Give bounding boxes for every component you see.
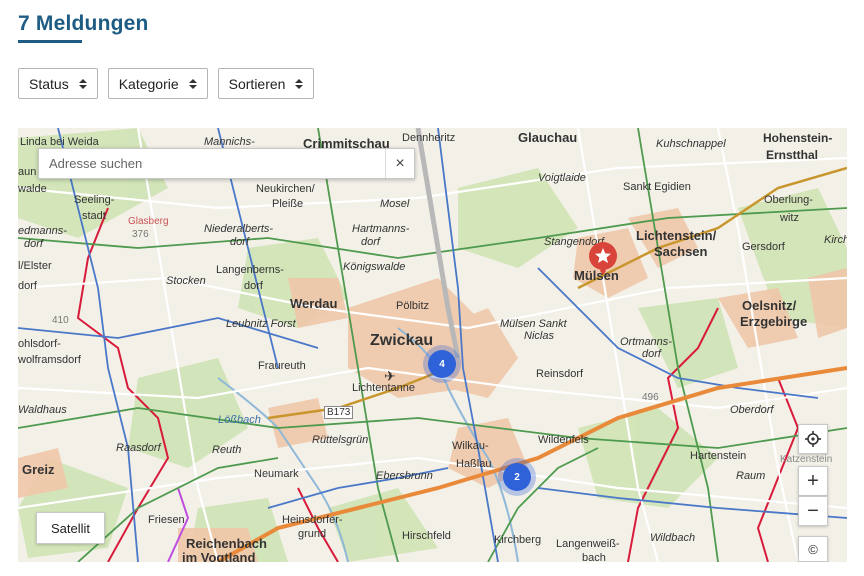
cluster-marker[interactable]: 4 — [428, 350, 456, 378]
minus-icon: − — [807, 499, 819, 522]
title-underline — [18, 40, 82, 43]
star-pin-icon[interactable] — [588, 241, 618, 275]
zoom-out-button[interactable]: − — [798, 496, 828, 526]
copyright-icon: © — [808, 541, 818, 557]
close-icon: × — [395, 154, 405, 172]
address-search-input[interactable] — [39, 149, 385, 178]
zoom-in-button[interactable]: + — [798, 466, 828, 496]
address-search-box: × — [38, 148, 415, 179]
sort-select-label: Sortieren — [228, 75, 286, 92]
clear-search-button[interactable]: × — [385, 149, 414, 178]
attribution-button[interactable]: © — [798, 536, 828, 562]
sort-arrows-icon — [295, 78, 304, 89]
cluster-marker[interactable]: 2 — [503, 463, 531, 491]
satellite-toggle-label: Satellit — [51, 520, 91, 536]
locate-me-button[interactable] — [798, 424, 828, 454]
plus-icon: + — [807, 469, 819, 492]
category-filter-label: Kategorie — [118, 75, 179, 92]
category-filter-select[interactable]: Kategorie — [107, 68, 208, 99]
page-title: 7 Meldungen — [18, 12, 149, 35]
crosshair-icon — [805, 431, 821, 447]
map-tiles[interactable] — [18, 128, 847, 562]
status-filter-select[interactable]: Status — [18, 68, 98, 99]
filter-bar: Status Kategorie Sortieren — [18, 68, 315, 99]
sort-select[interactable]: Sortieren — [217, 68, 315, 99]
sort-arrows-icon — [78, 78, 87, 89]
airport-icon: ✈ — [384, 368, 396, 384]
status-filter-label: Status — [29, 75, 69, 92]
satellite-toggle-button[interactable]: Satellit — [36, 512, 106, 544]
map-view[interactable]: Linda bei Weida Mannichs- Crimmitschau D… — [18, 128, 847, 562]
sort-arrows-icon — [188, 78, 197, 89]
